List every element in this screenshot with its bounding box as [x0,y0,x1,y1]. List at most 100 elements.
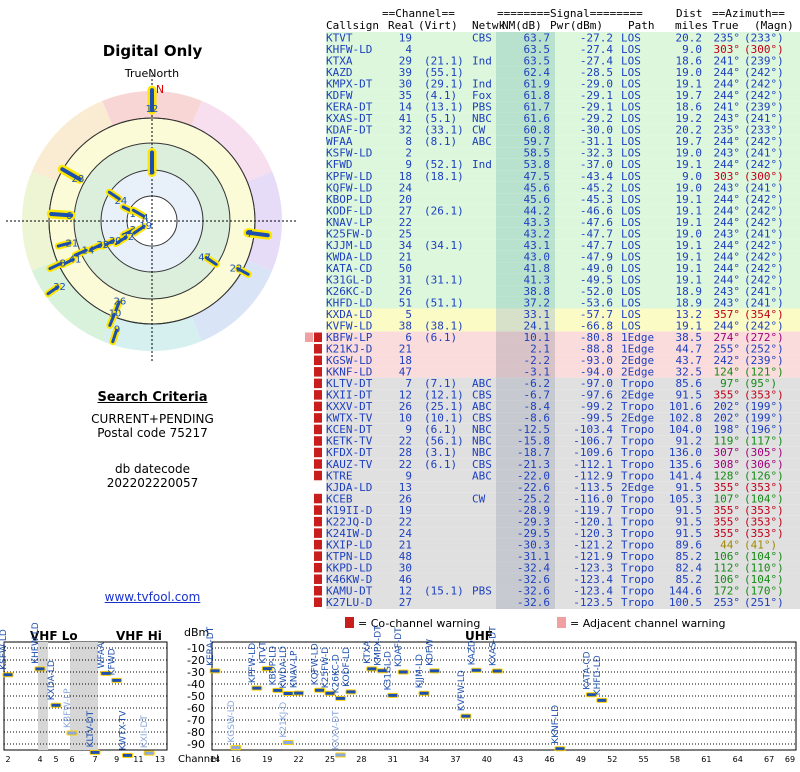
cell-network: ABC [472,469,492,482]
station-label: KLTV-DT [86,710,96,747]
cochannel-warning-icon [314,539,322,550]
cell-az-true: 112° [714,608,741,609]
station-label: KXAS-DT [488,626,498,666]
x-tick-label: 25 [325,755,335,764]
cochannel-warning-icon [314,528,322,538]
cochannel-warning-icon [314,344,322,354]
station-mark [34,666,46,672]
x-tick-label: 31 [388,755,398,764]
x-tick-label: 67 [764,755,774,764]
x-tick-label: 46 [544,755,554,764]
cell-virt: (34.1) [424,239,464,252]
x-tick-label: 14 [210,755,220,764]
station-mark [554,746,566,752]
cochannel-warning-icon [314,332,322,343]
station-mark [2,672,14,678]
cell-callsign: KPKN-LD [326,608,372,609]
x-tick-label: 22 [294,755,304,764]
cochannel-warning-icon [314,424,322,435]
polar-marker-label: 19 [139,221,152,232]
x-tick-label: 69 [785,755,795,764]
station-label: KKNF-LD [551,705,561,744]
station-label: KODF-LD [342,647,352,687]
station-label: KSFW-LD [0,629,9,670]
station-mark [429,668,441,674]
cell-dist: 82.4 [676,608,703,609]
cell-path: Tropo [621,608,654,609]
station-label: KWDA-LD [279,646,289,688]
x-tick-label: 34 [419,755,429,764]
polar-marker-label: 14 [82,245,95,256]
station-mark [334,695,346,701]
cochannel-warning-icon [314,447,322,458]
polar-marker-label: 30 [109,236,122,247]
station-mark [66,730,78,736]
cell-network: Ind [472,158,492,171]
station-label: KTXA [363,640,373,664]
column-header: NM(dB) [502,19,542,32]
cochannel-warning-icon [314,574,322,584]
station-mark [596,697,608,703]
column-header: (Magn) [754,19,794,32]
x-tick-label: 5 [53,755,58,764]
x-tick-label: 6 [69,755,74,764]
cell-virt: (51.1) [424,296,464,309]
station-mark [282,690,294,696]
x-tick-label: 61 [701,755,711,764]
station-mark [387,692,399,698]
station-label: KXDA-LD [47,660,57,700]
column-header: True [712,19,739,32]
station-label: WFAA [97,642,107,669]
polar-marker-label: 47 [198,253,211,264]
site-link[interactable]: www.tvfool.com [60,590,245,604]
x-tick-label: 37 [450,755,460,764]
cochannel-warning-icon [314,390,322,400]
cochannel-legend-icon [345,617,354,628]
station-mark [143,750,155,756]
station-label: KAZD [467,640,477,665]
station-mark [251,685,263,691]
y-tick-label: -90 [187,738,205,751]
station-label: KDAF-DT [394,627,404,667]
station-mark [230,745,242,751]
polar-marker-label: 12 [146,104,159,115]
x-tick-label: 52 [607,755,617,764]
cell-pwr: -123.6 [573,608,613,609]
channel-spectrum: -10 -20 -30 -40 -50 -60 -70 -80 -90 dBm VHF Lo VHF … [0,612,800,768]
cell-virt: (8.1) [424,135,457,148]
station-label: KBOP-LD [269,646,279,685]
polar-marker-label: 9 [114,324,120,335]
search-criteria-mode: CURRENT+PENDING [91,412,214,426]
station-label: KNAV-LP [290,650,300,688]
station-table: ==Channel== ========Signal======== ==Azimu… [300,4,800,621]
x-tick-label: 7 [92,755,97,764]
station-label: KATA-CD [582,651,592,689]
cell-virt: (6.1) [424,331,457,344]
search-criteria-title: Search Criteria [97,390,208,405]
cell-az-magn: (110°) [744,608,784,609]
station-mark [89,749,101,755]
station-mark [50,702,62,708]
db-datecode-label: db datecode [114,462,191,476]
x-tick-label: 19 [262,755,272,764]
station-label: KHFD-LD [593,655,603,695]
polar-marker-label: 8 [59,259,65,270]
station-mark [345,689,357,695]
north-mark: N [156,83,164,96]
cochannel-warning-icon [314,585,322,596]
station-mark [122,752,133,758]
polar-marker-label: 5 [149,167,155,178]
station-mark [282,740,294,746]
polar-marker-label: 10 [109,308,122,319]
cochannel-warning-icon [314,470,322,481]
x-tick-label: 49 [576,755,586,764]
cochannel-warning-icon [314,413,322,423]
cochannel-warning-icon [314,597,322,607]
station-mark [209,668,221,674]
cell-network: CW [472,492,486,505]
page-title: Digital Only [102,42,203,60]
station-label: KFWD [108,648,118,675]
cochannel-warning-icon [314,459,322,469]
polar-marker-label: 28 [72,174,85,185]
band-label-vhf-hi: VHF Hi [116,629,162,643]
